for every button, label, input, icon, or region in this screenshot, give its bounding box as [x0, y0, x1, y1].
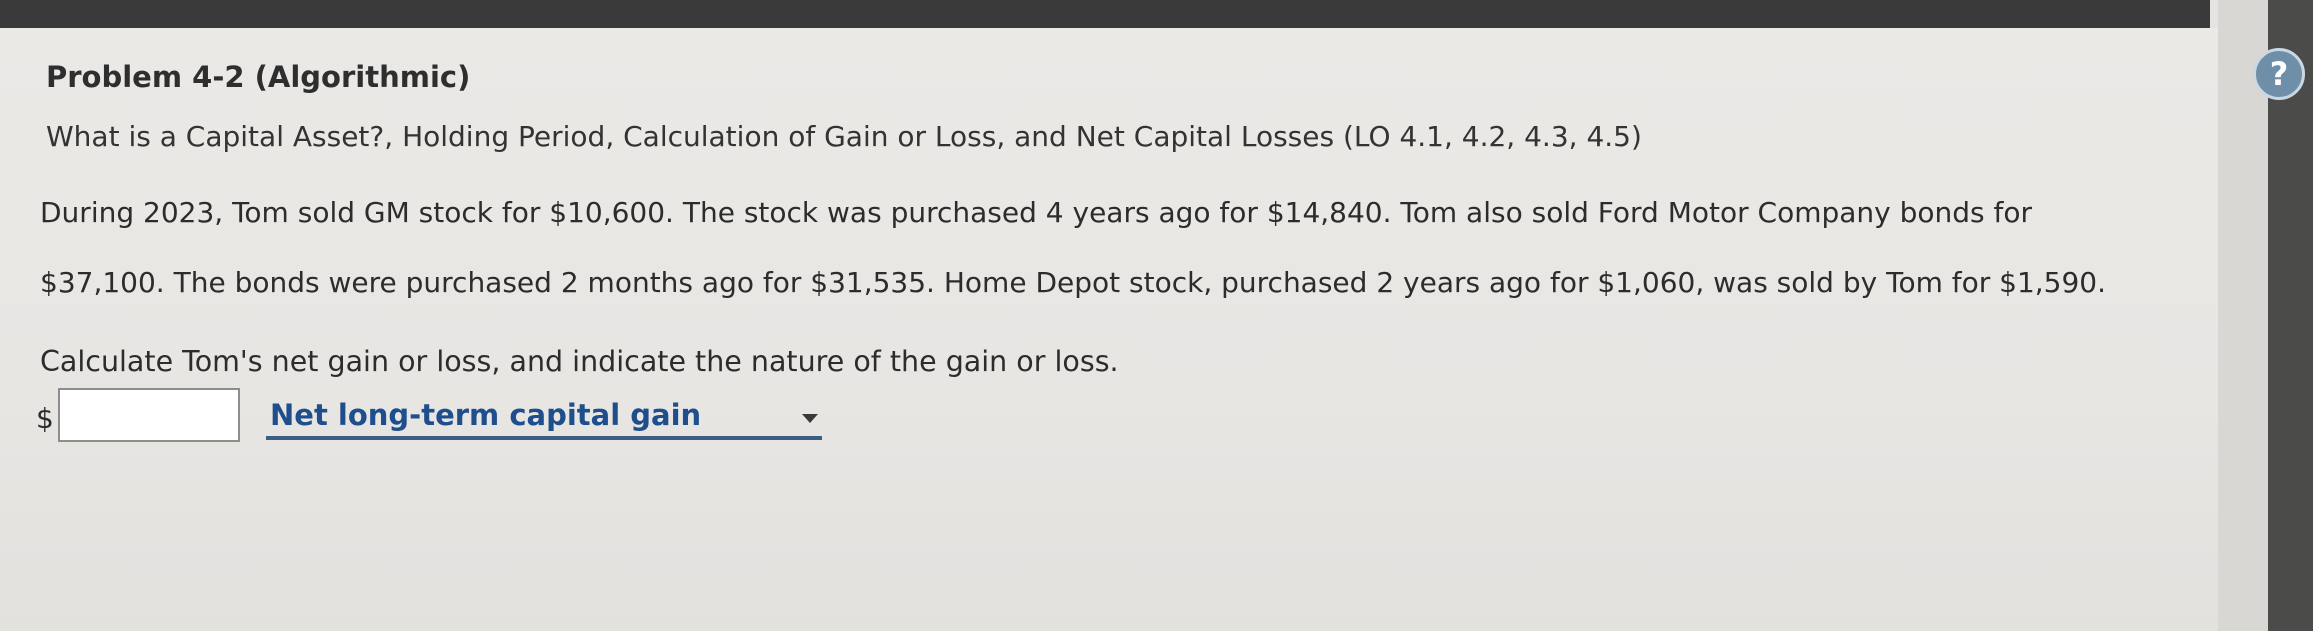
help-button[interactable]: ?	[2253, 48, 2305, 100]
problem-content-area	[0, 28, 2218, 631]
net-gain-loss-amount-input[interactable]	[58, 388, 240, 442]
dropdown-selected-value: Net long-term capital gain	[270, 398, 702, 432]
gain-loss-nature-dropdown[interactable]: Net long-term capital gain	[266, 396, 822, 440]
problem-subtitle: What is a Capital Asset?, Holding Period…	[46, 120, 1642, 153]
help-icon: ?	[2269, 55, 2289, 93]
problem-text-line-2: $37,100. The bonds were purchased 2 mont…	[40, 266, 2107, 299]
question-prompt: Calculate Tom's net gain or loss, and in…	[40, 345, 1119, 378]
problem-title: Problem 4-2 (Algorithmic)	[46, 60, 471, 94]
top-bar	[0, 0, 2210, 28]
problem-text-line-1: During 2023, Tom sold GM stock for $10,6…	[40, 196, 2033, 229]
right-side-panel	[2218, 0, 2268, 631]
currency-symbol: $	[36, 402, 54, 435]
dropdown-arrow-icon	[802, 414, 818, 423]
